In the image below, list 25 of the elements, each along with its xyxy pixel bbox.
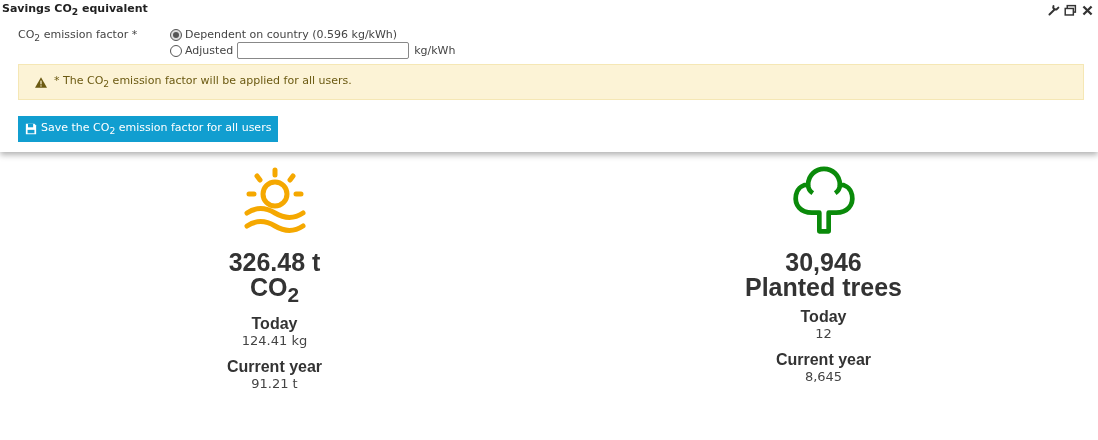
warning-icon [35, 76, 47, 88]
panel-title: Savings CO$_{2}$ equivalent [2, 2, 148, 18]
unit-label: kg/kWh [414, 44, 456, 57]
stat-value: 30,946 [785, 250, 862, 275]
stat-label: Today [800, 308, 847, 326]
option-label[interactable]: Adjusted [185, 44, 234, 57]
wrench-icon[interactable] [1047, 3, 1060, 17]
field-label: CO$_{2}$ emission factor * [18, 28, 139, 46]
stat-unit: Planted trees [745, 275, 902, 300]
stat-unit: CO$_{2}$ [249, 275, 300, 307]
notice-text: * The CO$_{2}$ emission factor will be applied for all users. [54, 74, 352, 90]
restore-window-icon[interactable] [1064, 3, 1077, 17]
input-field[interactable] [237, 42, 410, 59]
stat-reading: 8,645 [804, 369, 843, 384]
stat-value: 326.48 t [228, 250, 321, 275]
stat-reading: 91.21 t [251, 376, 298, 391]
radio-button[interactable] [170, 44, 182, 57]
stat-label: Current year [775, 351, 872, 369]
radio-button[interactable] [170, 28, 182, 41]
stat-reading: 124.41 kg [241, 333, 308, 348]
option-label[interactable]: Dependent on country (0.596 kg/kWh) [185, 28, 398, 41]
stat-label: Today [251, 315, 298, 333]
close-icon[interactable] [1081, 3, 1094, 17]
stat-reading: 12 [815, 326, 832, 341]
stat-label: Current year [226, 358, 323, 376]
